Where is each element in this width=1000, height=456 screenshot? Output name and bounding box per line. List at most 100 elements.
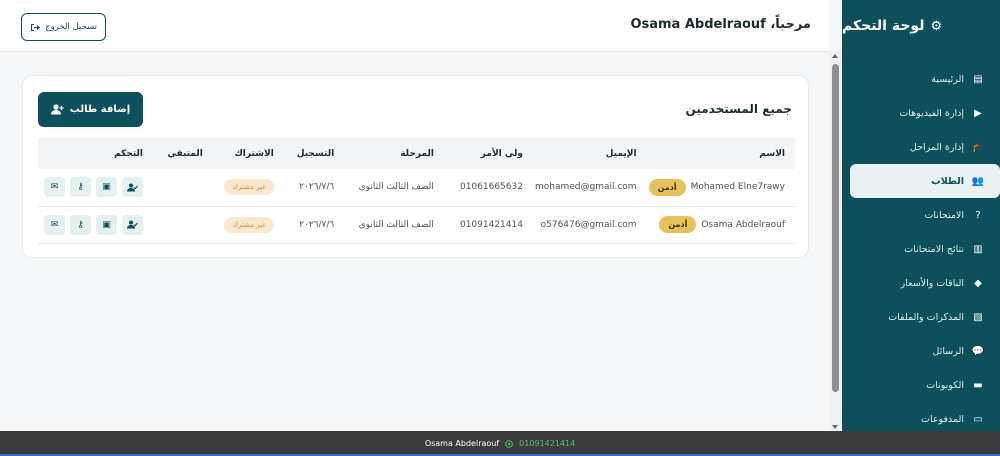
user-stage: الصف الثالث الثانوي <box>340 169 440 207</box>
col-actions: التحكم <box>114 148 143 159</box>
user-name: Osama Abdelraouf <box>701 219 785 230</box>
logout-label: تسجيل الخروج <box>45 22 97 32</box>
sidebar-item-label: المدفوعات <box>921 413 964 425</box>
comments-icon: 💬 <box>971 345 985 357</box>
sidebar-item-4[interactable]: ? الامتحانات <box>850 198 1000 232</box>
sidebar-item-label: الامتحانات <box>924 209 964 221</box>
sidebar-item-label: المذكرات والملفات <box>888 311 964 323</box>
app-root: مرحباً، Osama Abdelraouf تسجيل الخروج جم… <box>0 0 1000 456</box>
role-badge: أدمن <box>659 216 697 233</box>
user-check-button[interactable] <box>122 214 143 235</box>
sidebar-item-label: نتائج الامتحانات <box>904 243 964 255</box>
envelope-icon: ✉ <box>50 219 59 230</box>
sidebar-item-3[interactable]: 👥 الطلاب <box>850 164 1000 198</box>
footer-bar: Osama Abdelraouf 01091421414 <box>0 431 1000 456</box>
key-icon: ⚷ <box>77 219 84 230</box>
user-check-icon <box>127 220 138 229</box>
col-registered: التسجيل <box>296 148 335 159</box>
users-card-title: جميع المستخدمين <box>685 102 792 116</box>
remaining-value <box>149 206 209 244</box>
whatsapp-icon <box>505 439 513 448</box>
credit-card-icon: ▭ <box>973 413 983 425</box>
user-plus-icon <box>50 104 64 115</box>
user-email: mohamed@gmail.com <box>528 169 643 207</box>
gift-subscription-button[interactable]: ▣ <box>96 214 117 235</box>
col-remaining: المتبقي <box>167 148 203 159</box>
tag-icon: ◆ <box>974 277 982 289</box>
col-stage: المرحلة <box>400 148 434 159</box>
table-row: Mohamed Elne7rawy أدمن mohamed@gmail.com … <box>38 169 795 207</box>
question-icon: ? <box>975 209 981 221</box>
sidebar-item-6[interactable]: ◆ الباقات والأسعار <box>850 266 1000 300</box>
sidebar-item-0[interactable]: ▤ الرئيسية <box>850 62 1000 96</box>
sidebar-item-label: الكوبونات <box>926 379 964 391</box>
add-student-button[interactable]: إضافة طالب <box>38 92 143 127</box>
users-table-header: الاسم الإيميل ولي الأمر المرحلة التسجيل … <box>38 138 795 169</box>
ticket-icon: ▬ <box>973 379 983 391</box>
chart-icon: ▤ <box>973 73 983 85</box>
graduation-cap-icon: 🎓 <box>971 141 985 153</box>
user-email: o576476@gmail.com <box>528 206 643 244</box>
welcome-message: مرحباً، Osama Abdelraouf <box>630 17 811 32</box>
user-check-button[interactable] <box>122 177 143 198</box>
scroll-thumb[interactable] <box>832 64 839 392</box>
sidebar-item-8[interactable]: 💬 الرسائل <box>850 334 1000 368</box>
gift-icon: ▣ <box>102 182 111 193</box>
gears-icon: ⚙ <box>930 18 943 34</box>
page-scrollbar[interactable] <box>829 52 842 431</box>
sidebar-item-label: الباقات والأسعار <box>900 277 964 289</box>
reset-password-button[interactable]: ⚷ <box>70 177 91 198</box>
sidebar-brand: ⚙ لوحة التحكم <box>842 0 1000 52</box>
guardian-phone: 01091421414 <box>439 206 529 244</box>
row-actions: ✉ ⚷ ▣ <box>44 177 143 198</box>
col-subscription: الاشتراك <box>234 148 274 159</box>
footer-name: Osama Abdelraouf <box>424 439 500 448</box>
gift-subscription-button[interactable]: ▣ <box>96 177 117 198</box>
users-table-body: Mohamed Elne7rawy أدمن mohamed@gmail.com … <box>38 169 795 244</box>
footer-phone[interactable]: 01091421414 <box>519 439 575 448</box>
sidebar-item-5[interactable]: ▥ نتائج الامتحانات <box>850 232 1000 266</box>
sidebar-item-1[interactable]: ▶ إدارة الفيديوهات <box>850 96 1000 130</box>
user-stage: الصف الثالث الثانوي <box>340 206 440 244</box>
sidebar-item-label: الطلاب <box>931 175 964 187</box>
col-email: الإيميل <box>605 148 637 159</box>
sidebar-item-7[interactable]: ▧ المذكرات والملفات <box>850 300 1000 334</box>
main-content: مرحباً، Osama Abdelraouf تسجيل الخروج جم… <box>0 0 829 431</box>
reset-password-button[interactable]: ⚷ <box>70 214 91 235</box>
poll-icon: ▥ <box>973 243 983 255</box>
sidebar-item-2[interactable]: 🎓 إدارة المراحل <box>850 130 1000 164</box>
topbar: مرحباً، Osama Abdelraouf تسجيل الخروج <box>0 0 829 52</box>
brand-title: لوحة التحكم <box>842 18 925 34</box>
message-button[interactable]: ✉ <box>44 214 65 235</box>
scroll-up-arrow-icon[interactable] <box>832 54 838 58</box>
users-table: الاسم الإيميل ولي الأمر المرحلة التسجيل … <box>38 138 795 244</box>
guardian-phone: 01061665632 <box>439 169 529 207</box>
row-actions: ✉ ⚷ ▣ <box>44 214 143 235</box>
col-name: الاسم <box>759 148 785 159</box>
sign-out-icon <box>30 23 41 32</box>
scroll-down-arrow-icon[interactable] <box>832 425 838 429</box>
sidebar-nav: ▤ الرئيسية ▶ إدارة الفيديوهات 🎓 إدارة المراحل… <box>842 62 1000 436</box>
envelope-icon: ✉ <box>50 182 59 193</box>
role-badge: أدمن <box>648 178 686 196</box>
user-check-icon <box>127 183 138 192</box>
users-icon: 👥 <box>971 175 985 187</box>
remaining-value <box>149 169 209 207</box>
user-name: Mohamed Elne7rawy <box>690 182 785 193</box>
logout-button[interactable]: تسجيل الخروج <box>21 13 106 41</box>
video-icon: ▶ <box>974 107 982 119</box>
sidebar-item-label: إدارة الفيديوهات <box>899 107 964 119</box>
message-button[interactable]: ✉ <box>44 177 65 198</box>
col-guardian: ولي الأمر <box>480 148 523 159</box>
sidebar-item-9[interactable]: ▬ الكوبونات <box>850 368 1000 402</box>
file-icon: ▧ <box>973 311 983 323</box>
sidebar-item-label: إدارة المراحل <box>909 141 964 153</box>
sidebar-item-label: الرسائل <box>932 345 964 357</box>
subscription-badge: غير مشترك <box>224 216 274 233</box>
users-card: جميع المستخدمين إضافة طالب الاسم الإيميل… <box>22 75 809 258</box>
sidebar: ⚙ لوحة التحكم ▤ الرئيسية ▶ إدارة الفيديوهات… <box>842 0 1000 431</box>
registered-date: ٢٠٢٦/٧/٦ <box>279 206 341 244</box>
key-icon: ⚷ <box>77 182 84 193</box>
gift-icon: ▣ <box>102 219 111 230</box>
subscription-badge: غير مشترك <box>224 179 274 196</box>
